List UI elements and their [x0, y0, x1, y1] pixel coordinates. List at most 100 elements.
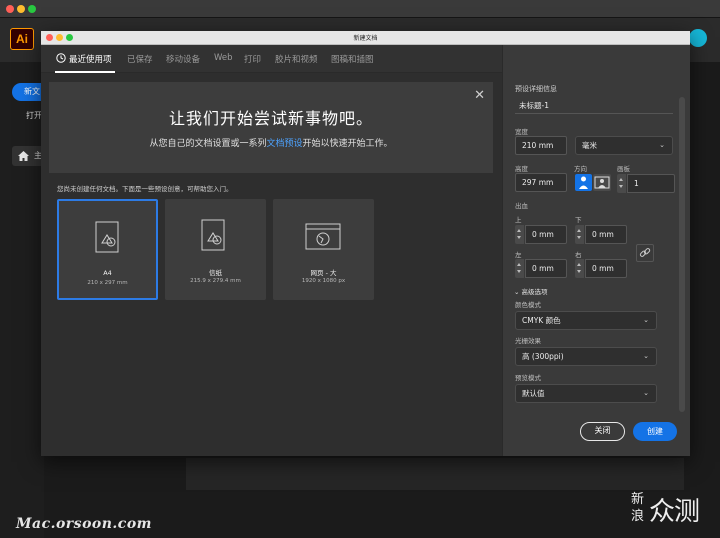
- window-close-icon[interactable]: [6, 5, 14, 13]
- portrait-orientation-button[interactable]: [575, 174, 592, 191]
- chevron-down-icon: ⌄: [643, 316, 649, 324]
- illustrator-logo: Ai: [10, 28, 34, 50]
- tab-film-video[interactable]: 胶片和视频: [275, 53, 318, 65]
- advanced-options-label: 高级选项: [521, 288, 548, 296]
- watermark-right: 新 浪 众测: [631, 493, 711, 531]
- color-mode-dropdown[interactable]: CMYK 颜色 ⌄: [515, 311, 657, 330]
- tab-recent[interactable]: 最近使用项: [69, 53, 112, 65]
- tab-saved[interactable]: 已保存: [127, 53, 153, 65]
- preset-card-a4[interactable]: A4 210 x 297 mm: [57, 199, 158, 300]
- height-label: 高度: [515, 165, 528, 173]
- tab-mobile[interactable]: 移动设备: [166, 53, 200, 65]
- bleed-top-label: 上: [515, 216, 522, 224]
- preset-size: 1920 x 1080 px: [301, 278, 346, 284]
- link-bleed-button[interactable]: [636, 244, 654, 262]
- sidebar-new-button[interactable]: 新文: [12, 83, 44, 101]
- preset-details-heading: 预设详细信息: [515, 85, 557, 93]
- preview-mode-label: 预览模式: [515, 374, 541, 382]
- preview-mode-value: 默认值: [522, 389, 545, 398]
- chevron-down-icon: ⌄: [643, 352, 649, 360]
- height-input[interactable]: 297 mm: [515, 173, 567, 192]
- watermark-left: Mac.orsoon.com: [16, 516, 152, 532]
- details-scrollbar[interactable]: [679, 97, 685, 412]
- artboards-stepper[interactable]: [617, 174, 626, 193]
- landscape-icon: [594, 176, 610, 189]
- portrait-icon: [579, 176, 588, 189]
- watermark-brand: 众测: [649, 497, 700, 527]
- web-page-icon: [305, 223, 341, 250]
- welcome-banner: ✕ 让我们开始尝试新事物吧。 从您自己的文档设置或一系列文档预设开始以快速开始工…: [49, 82, 493, 173]
- sidebar-home-button[interactable]: 主: [12, 146, 44, 166]
- preset-tabs: 最近使用项 已保存 移动设备 Web 打印 胶片和视频 图稿和插图: [41, 45, 502, 73]
- dialog-title: 新建文档: [353, 35, 378, 42]
- chevron-down-icon: ⌄: [643, 389, 649, 397]
- preset-card-letter[interactable]: 信纸 215.9 x 279.4 mm: [165, 199, 266, 300]
- preset-card-web-large[interactable]: 网页 - 大 1920 x 1080 px: [273, 199, 374, 300]
- create-button[interactable]: 创建: [633, 422, 677, 441]
- raster-effects-value: 高 (300ppi): [522, 352, 564, 361]
- home-icon: [18, 151, 29, 161]
- bleed-bottom-input[interactable]: 0 mm: [585, 225, 627, 244]
- document-icon: [95, 221, 119, 253]
- bleed-right-input[interactable]: 0 mm: [585, 259, 627, 278]
- tab-print[interactable]: 打印: [244, 53, 261, 65]
- document-presets-link[interactable]: 文档预设: [266, 139, 302, 149]
- bleed-right-label: 右: [575, 251, 582, 259]
- bleed-right-stepper[interactable]: [575, 259, 584, 278]
- artboards-input[interactable]: 1: [627, 174, 675, 193]
- chevron-down-icon: ⌄: [514, 288, 522, 296]
- color-mode-value: CMYK 颜色: [522, 316, 561, 325]
- preset-name: A4: [103, 269, 112, 277]
- banner-subtitle-end: 开始以快速开始工作。: [302, 139, 393, 149]
- preset-size: 215.9 x 279.4 mm: [190, 278, 241, 284]
- width-input[interactable]: 210 mm: [515, 136, 567, 155]
- clock-icon: [56, 53, 66, 63]
- width-label: 宽度: [515, 128, 528, 136]
- advanced-options-toggle[interactable]: ⌄ 高级选项: [514, 286, 548, 296]
- banner-close-icon[interactable]: ✕: [474, 88, 485, 103]
- bleed-bottom-label: 下: [575, 216, 582, 224]
- bleed-top-stepper[interactable]: [515, 225, 524, 244]
- presets-area: ✕ 让我们开始尝试新事物吧。 从您自己的文档设置或一系列文档预设开始以快速开始工…: [41, 73, 502, 456]
- bleed-left-stepper[interactable]: [515, 259, 524, 278]
- raster-effects-label: 光栅效果: [515, 337, 541, 345]
- app-sidebar: [0, 62, 44, 538]
- bleed-bottom-stepper[interactable]: [575, 225, 584, 244]
- tab-art-illustration[interactable]: 图稿和插图: [331, 53, 374, 65]
- link-icon: [639, 248, 651, 257]
- artboards-label: 画板: [617, 165, 630, 173]
- screen: Ai 新文 打开 主 新建文档 最近使用项 已保存 移动设备 Web 打印 胶片…: [0, 0, 720, 538]
- preset-hint: 您尚未创建任何文档。下面是一些预设创意，可帮助您入门。: [57, 185, 233, 193]
- preset-size: 210 x 297 mm: [87, 280, 128, 286]
- preview-mode-dropdown[interactable]: 默认值 ⌄: [515, 384, 657, 403]
- chevron-down-icon: ⌄: [659, 141, 665, 149]
- document-icon: [201, 219, 225, 251]
- orientation-label: 方向: [574, 165, 587, 173]
- bleed-label: 出血: [515, 202, 528, 210]
- banner-subtitle: 从您自己的文档设置或一系列文档预设开始以快速开始工作。: [49, 136, 493, 149]
- watermark-char-2: 浪: [631, 509, 645, 524]
- window-zoom-icon[interactable]: [28, 5, 36, 13]
- creative-cloud-icon[interactable]: [689, 29, 707, 47]
- tab-web[interactable]: Web: [214, 53, 233, 63]
- close-button[interactable]: 关闭: [580, 422, 625, 441]
- unit-dropdown[interactable]: 毫米 ⌄: [575, 136, 673, 155]
- background-panel: [186, 458, 684, 490]
- document-name-field[interactable]: 未标题-1: [519, 100, 549, 111]
- banner-title: 让我们开始尝试新事物吧。: [168, 109, 373, 128]
- banner-subtitle-text: 从您自己的文档设置或一系列: [149, 139, 267, 149]
- dialog-title-bar: 新建文档: [41, 31, 690, 45]
- name-underline: [515, 113, 673, 114]
- unit-value: 毫米: [582, 141, 597, 150]
- preset-name: 信纸: [209, 269, 222, 277]
- color-mode-label: 颜色模式: [515, 301, 541, 309]
- mac-title-bar: [0, 0, 720, 18]
- bleed-top-input[interactable]: 0 mm: [525, 225, 567, 244]
- bleed-left-input[interactable]: 0 mm: [525, 259, 567, 278]
- watermark-char-1: 新: [631, 492, 645, 507]
- bleed-left-label: 左: [515, 251, 522, 259]
- raster-effects-dropdown[interactable]: 高 (300ppi) ⌄: [515, 347, 657, 366]
- window-minimize-icon[interactable]: [17, 5, 25, 13]
- landscape-orientation-button[interactable]: [593, 174, 611, 191]
- preset-name: 网页 - 大: [310, 269, 337, 277]
